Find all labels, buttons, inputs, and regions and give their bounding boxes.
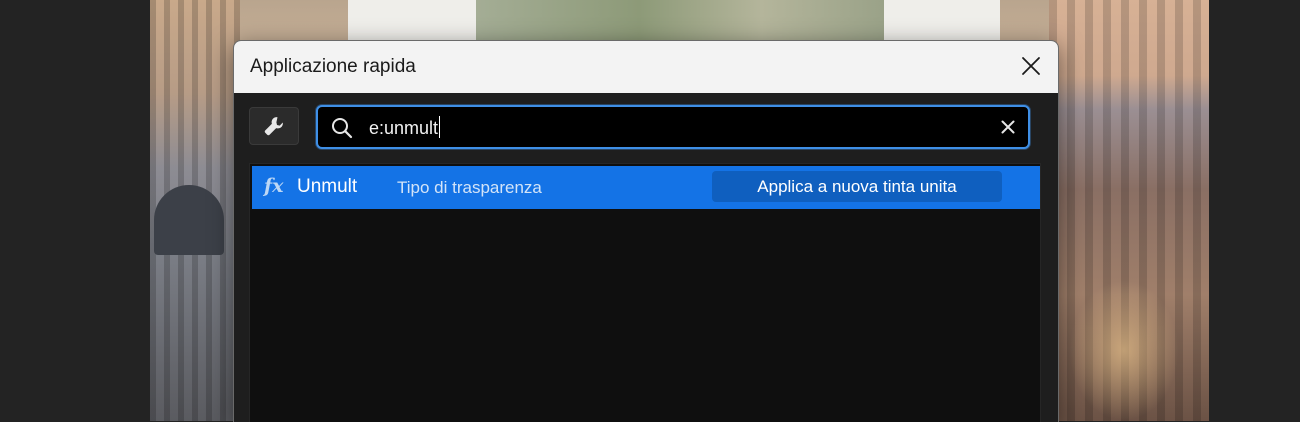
settings-tool-button[interactable]: [249, 107, 299, 145]
dialog-title: Applicazione rapida: [250, 56, 416, 77]
wrench-icon: [264, 117, 283, 136]
quick-apply-dialog: Applicazione rapida e:unmult fx Unmult T…: [233, 40, 1059, 422]
search-query: e:unmult: [369, 118, 439, 138]
close-icon: [1022, 57, 1040, 75]
dome-building: [154, 185, 224, 255]
close-button[interactable]: [1018, 53, 1044, 79]
clear-icon: [1001, 120, 1015, 134]
clear-search-button[interactable]: [998, 117, 1018, 137]
dialog-titlebar: Applicazione rapida: [234, 41, 1058, 93]
results-list: fx Unmult Tipo di trasparenza Applica a …: [249, 163, 1041, 422]
dialog-toolbar: e:unmult: [234, 93, 1058, 156]
result-row-unmult[interactable]: fx Unmult Tipo di trasparenza Applica a …: [252, 166, 1040, 209]
result-name: Unmult: [297, 176, 358, 197]
apply-to-new-solid-button[interactable]: Applica a nuova tinta unita: [712, 171, 1002, 202]
result-category: Tipo di trasparenza: [397, 178, 542, 197]
text-cursor: [439, 116, 441, 138]
search-field[interactable]: e:unmult: [316, 105, 1030, 149]
lit-building-glow: [1069, 280, 1179, 421]
search-input-text[interactable]: e:unmult: [369, 116, 441, 139]
search-icon: [332, 118, 353, 139]
fx-icon: fx: [264, 175, 284, 197]
